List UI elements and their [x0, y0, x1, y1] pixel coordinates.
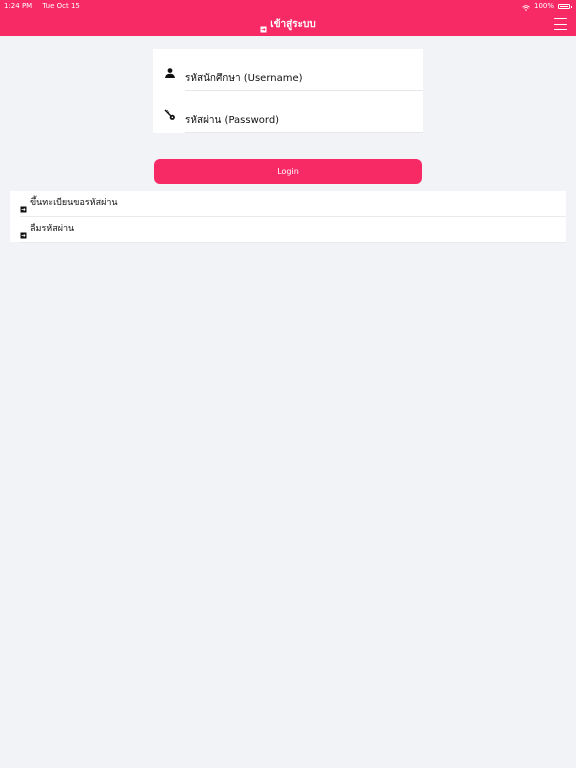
menu-icon-line	[554, 29, 567, 30]
login-icon	[20, 225, 27, 239]
register-link-label: ขึ้นทะเบียนขอรหัสผ่าน	[30, 198, 118, 208]
login-button[interactable]: Login	[154, 159, 422, 184]
menu-icon-line	[554, 23, 567, 25]
login-form: รหัสนักศึกษา (Username) รหัสผ่าน (Passwo…	[153, 49, 423, 133]
user-icon	[164, 64, 176, 78]
forgot-password-link[interactable]: ลืมรหัสผ่าน	[10, 217, 566, 243]
battery-icon	[558, 3, 572, 9]
username-input[interactable]: รหัสนักศึกษา (Username)	[185, 71, 420, 87]
username-field[interactable]: รหัสนักศึกษา (Username)	[153, 49, 423, 91]
password-field[interactable]: รหัสผ่าน (Password)	[153, 91, 423, 133]
password-underline	[185, 132, 423, 133]
battery-text: 100%	[533, 2, 554, 10]
links-panel: ขึ้นทะเบียนขอรหัสผ่าน ลืมรหัสผ่าน	[10, 191, 566, 243]
forgot-password-link-label: ลืมรหัสผ่าน	[30, 224, 75, 234]
row-divider	[20, 242, 566, 243]
status-left: 1:24 PM Tue Oct 15	[4, 0, 88, 12]
header-title: เข้าสู่ระบบ	[270, 19, 316, 30]
menu-icon-line	[554, 18, 567, 19]
key-icon	[164, 106, 176, 120]
login-icon	[20, 199, 27, 213]
register-link[interactable]: ขึ้นทะเบียนขอรหัสผ่าน	[10, 191, 566, 217]
menu-button[interactable]	[554, 18, 567, 30]
page-title: เข้าสู่ระบบ	[0, 16, 576, 34]
login-icon	[260, 22, 267, 32]
status-right: 100%	[522, 0, 572, 12]
app-header: 1:24 PM Tue Oct 15 100% เข้าสู่ระบบ	[0, 0, 576, 36]
password-input[interactable]: รหัสผ่าน (Password)	[185, 113, 420, 129]
wifi-icon	[522, 3, 530, 11]
status-date: Tue Oct 15	[42, 2, 80, 10]
status-time: 1:24 PM	[4, 2, 33, 10]
status-bar: 1:24 PM Tue Oct 15 100%	[0, 0, 576, 12]
